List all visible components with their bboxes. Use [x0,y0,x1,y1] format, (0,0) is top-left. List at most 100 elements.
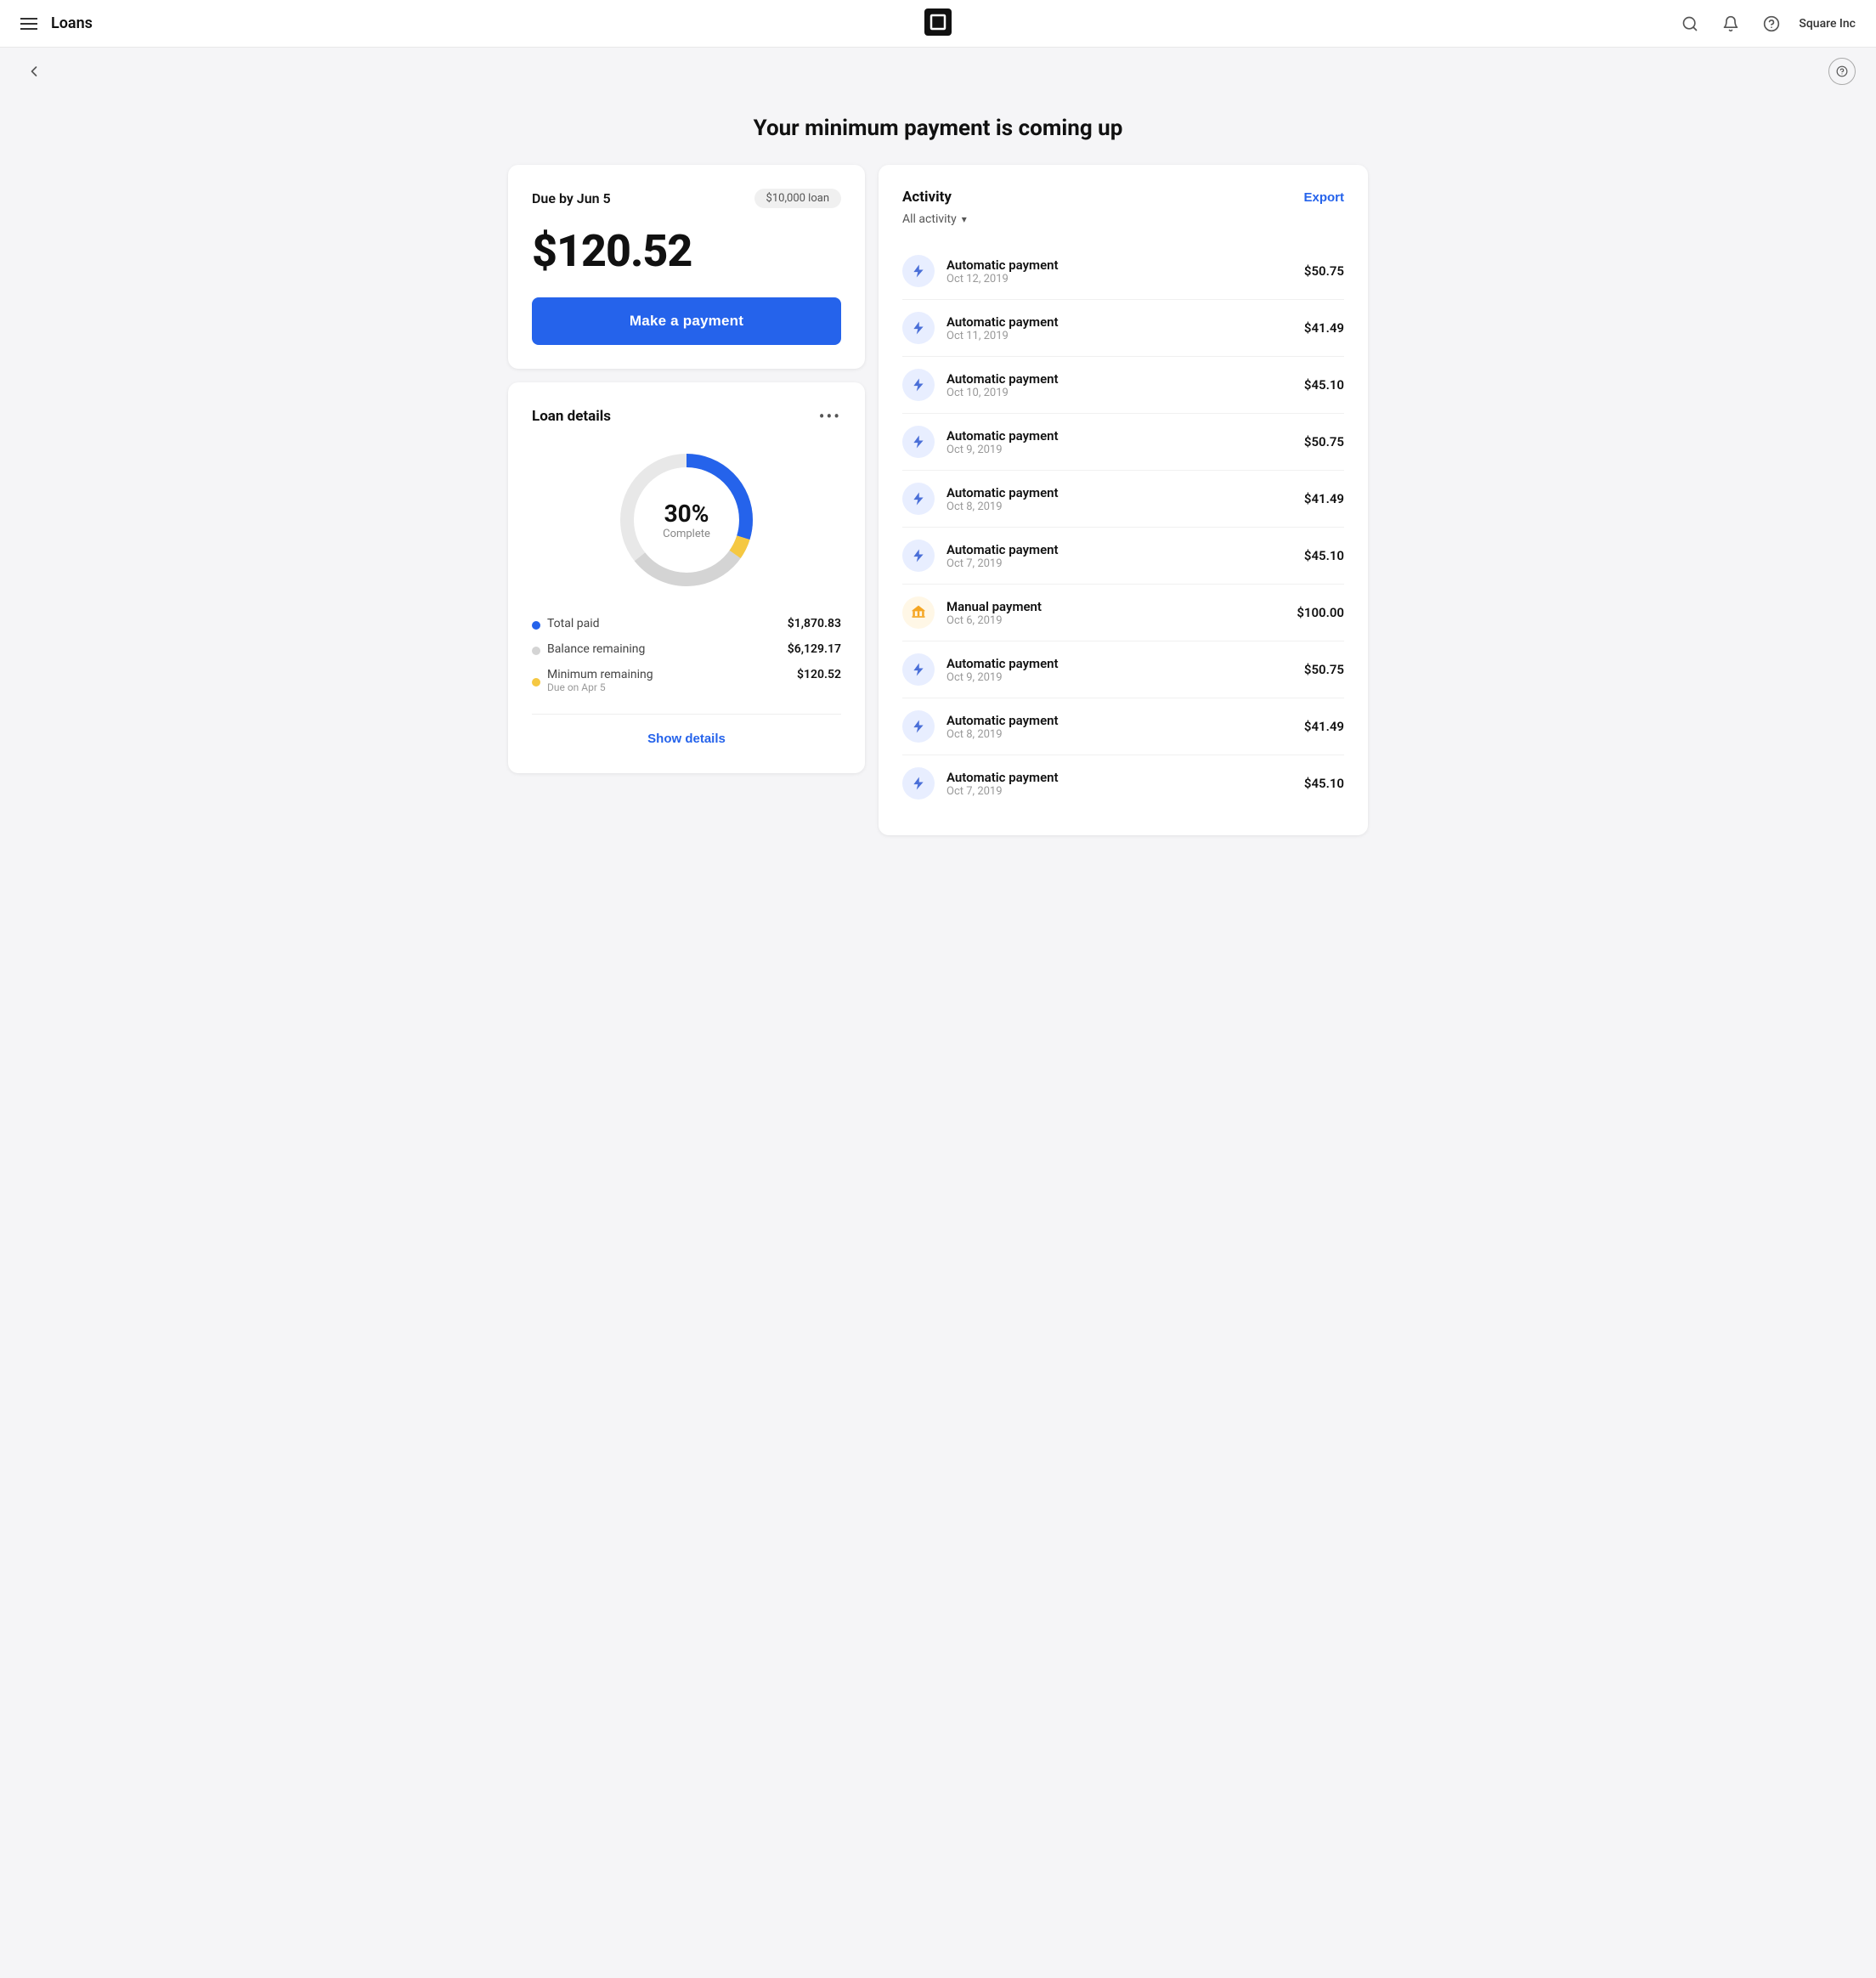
activity-icon-auto [902,483,935,515]
activity-left: Manual payment Oct 6, 2019 [902,596,1042,629]
activity-icon-auto [902,369,935,401]
loan-badge: $10,000 loan [754,189,841,208]
donut-center: 30% Complete [663,500,710,540]
bell-icon[interactable] [1717,10,1744,37]
legend-value-balance: $6,129.17 [788,642,841,656]
activity-info: Automatic payment Oct 7, 2019 [946,770,1059,798]
activity-info: Automatic payment Oct 11, 2019 [946,314,1059,342]
activity-item: Automatic payment Oct 12, 2019 $50.75 [902,243,1344,300]
donut-chart: 30% Complete [610,444,763,596]
activity-date: Oct 6, 2019 [946,614,1042,627]
legend-balance-remaining: Balance remaining $6,129.17 [532,642,841,656]
left-column: Due by Jun 5 $10,000 loan $120.52 Make a… [508,165,865,835]
activity-amount: $45.10 [1304,776,1344,791]
activity-icon-auto [902,653,935,686]
legend-list: Total paid $1,870.83 Balance remaining $… [532,617,841,693]
activity-amount: $41.49 [1304,719,1344,734]
activity-title: Activity [902,189,952,206]
activity-name: Automatic payment [946,656,1059,671]
payment-card-header: Due by Jun 5 $10,000 loan [532,189,841,208]
activity-item: Automatic payment Oct 7, 2019 $45.10 [902,528,1344,585]
legend-total-paid: Total paid $1,870.83 [532,617,841,630]
activity-name: Automatic payment [946,428,1059,444]
show-details-button[interactable]: Show details [532,728,841,749]
square-logo [924,8,952,39]
activity-name: Automatic payment [946,314,1059,330]
activity-info: Manual payment Oct 6, 2019 [946,599,1042,627]
activity-info: Automatic payment Oct 12, 2019 [946,257,1059,285]
activity-list: Automatic payment Oct 12, 2019 $50.75 Au… [902,243,1344,811]
more-options-icon[interactable]: ••• [819,406,841,427]
activity-amount: $50.75 [1304,434,1344,449]
legend-dot-gray [532,647,540,655]
back-button[interactable] [20,58,48,85]
legend-text-minimum: Minimum remaining [547,668,653,681]
activity-name: Automatic payment [946,542,1059,557]
app-header: Loans Square Inc [0,0,1876,48]
activity-date: Oct 7, 2019 [946,785,1059,798]
legend-minimum-remaining: Minimum remaining Due on Apr 5 $120.52 [532,668,841,693]
activity-left: Automatic payment Oct 7, 2019 [902,767,1059,800]
activity-amount: $41.49 [1304,320,1344,336]
page-title-section: Your minimum payment is coming up [0,95,1876,165]
activity-item: Automatic payment Oct 9, 2019 $50.75 [902,641,1344,698]
activity-name: Automatic payment [946,257,1059,273]
legend-sub-minimum: Due on Apr 5 [547,681,653,693]
user-name: Square Inc [1799,17,1856,31]
menu-icon[interactable] [20,18,37,30]
make-payment-button[interactable]: Make a payment [532,297,841,345]
legend-text-balance: Balance remaining [547,642,645,656]
activity-item: Automatic payment Oct 11, 2019 $41.49 [902,300,1344,357]
donut-label: Complete [663,528,710,540]
header-left: Loans [20,14,93,32]
help-circle-icon[interactable] [1758,10,1785,37]
activity-date: Oct 7, 2019 [946,557,1059,570]
activity-icon-auto [902,255,935,287]
due-label: Due by Jun 5 [532,190,611,206]
header-title: Loans [51,14,93,32]
export-button[interactable]: Export [1303,190,1344,205]
activity-amount: $50.75 [1304,662,1344,677]
activity-info: Automatic payment Oct 9, 2019 [946,428,1059,456]
activity-info: Automatic payment Oct 10, 2019 [946,371,1059,399]
donut-percent: 30% [663,500,710,528]
legend-value-total-paid: $1,870.83 [788,617,841,630]
activity-left: Automatic payment Oct 9, 2019 [902,653,1059,686]
activity-filter[interactable]: All activity ▾ [902,212,1344,226]
payment-amount: $120.52 [532,225,841,277]
activity-left: Automatic payment Oct 12, 2019 [902,255,1059,287]
activity-info: Automatic payment Oct 9, 2019 [946,656,1059,684]
legend-left-minimum: Minimum remaining Due on Apr 5 [532,668,653,693]
legend-dot-yellow [532,678,540,687]
activity-date: Oct 11, 2019 [946,330,1059,342]
right-column: Activity Export All activity ▾ Automatic… [879,165,1368,835]
page-title: Your minimum payment is coming up [20,116,1856,141]
donut-chart-container: 30% Complete [532,444,841,596]
activity-name: Manual payment [946,599,1042,614]
activity-icon-manual [902,596,935,629]
divider [532,714,841,715]
activity-left: Automatic payment Oct 7, 2019 [902,540,1059,572]
activity-amount: $100.00 [1297,605,1344,620]
search-icon[interactable] [1676,10,1704,37]
activity-amount: $41.49 [1304,491,1344,506]
payment-card: Due by Jun 5 $10,000 loan $120.52 Make a… [508,165,865,369]
activity-item: Automatic payment Oct 10, 2019 $45.10 [902,357,1344,414]
activity-info: Automatic payment Oct 8, 2019 [946,713,1059,741]
main-content: Due by Jun 5 $10,000 loan $120.52 Make a… [488,165,1388,869]
activity-info: Automatic payment Oct 7, 2019 [946,542,1059,570]
activity-item: Automatic payment Oct 7, 2019 $45.10 [902,755,1344,811]
activity-card: Activity Export All activity ▾ Automatic… [879,165,1368,835]
activity-name: Automatic payment [946,770,1059,785]
loan-details-header: Loan details ••• [532,406,841,427]
activity-date: Oct 8, 2019 [946,500,1059,513]
activity-item: Automatic payment Oct 8, 2019 $41.49 [902,471,1344,528]
activity-icon-auto [902,312,935,344]
activity-amount: $45.10 [1304,377,1344,393]
activity-left: Automatic payment Oct 9, 2019 [902,426,1059,458]
help-button[interactable] [1828,58,1856,85]
header-right: Square Inc [1676,10,1856,37]
activity-info: Automatic payment Oct 8, 2019 [946,485,1059,513]
activity-left: Automatic payment Oct 10, 2019 [902,369,1059,401]
activity-icon-auto [902,767,935,800]
